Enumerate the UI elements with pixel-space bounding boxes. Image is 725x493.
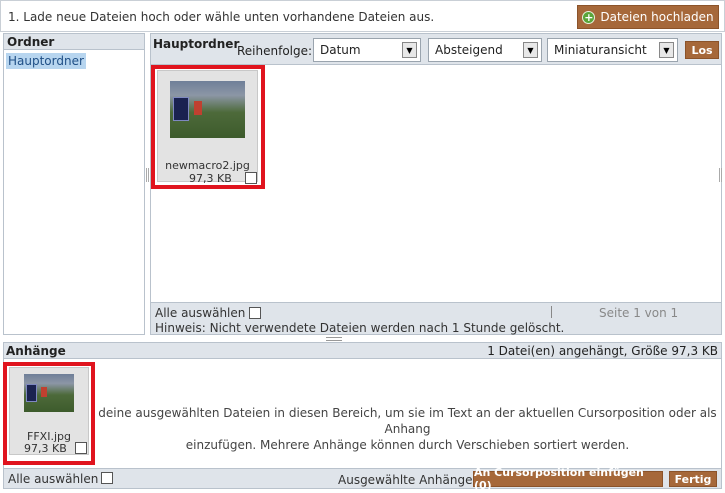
selected-attachments-label: Ausgewählte Anhänge:: [338, 473, 477, 487]
upload-files-button[interactable]: + Dateien hochladen: [577, 5, 719, 29]
highlight-box: [151, 65, 265, 189]
attachments-footer: Alle auswählen Ausgewählte Anhänge: An C…: [4, 466, 721, 492]
page-info: Seite 1 von 1: [599, 306, 679, 320]
drop-message-line2: einzufügen. Mehrere Anhänge können durch…: [185, 438, 630, 452]
cleanup-hint: Hinweis: Nicht verwendete Dateien werden…: [155, 321, 565, 335]
drop-zone-message: deine ausgewählten Dateien in diesen Ber…: [4, 405, 721, 453]
attachments-title: Anhänge: [6, 344, 66, 358]
upload-instruction: 1. Lade neue Dateien hoch oder wähle unt…: [8, 10, 435, 24]
folders-panel: Ordner Hauptordner: [3, 33, 145, 335]
attachments-panel: Anhänge 1 Datei(en) angehängt, Größe 97,…: [3, 342, 722, 492]
file-browser-footer: Alle auswählen Seite 1 von 1 Hinweis: Ni…: [151, 302, 721, 335]
sort-by-value: Datum: [320, 43, 361, 57]
attachments-info: 1 Datei(en) angehängt, Größe 97,3 KB: [487, 344, 718, 358]
select-all-label: Alle auswählen: [8, 472, 99, 486]
chevron-down-icon: ▼: [523, 42, 538, 58]
vertical-resize-handle[interactable]: [719, 168, 722, 182]
folders-title: Ordner: [4, 34, 144, 50]
attachments-header: Anhänge 1 Datei(en) angehängt, Größe 97,…: [4, 343, 721, 359]
sort-direction-select[interactable]: Absteigend ▼: [428, 38, 542, 62]
highlight-box: [3, 362, 95, 465]
insert-at-cursor-button[interactable]: An Cursorposition einfügen (0): [473, 466, 663, 492]
select-all-label: Alle auswählen: [155, 306, 246, 320]
view-mode-select[interactable]: Miniaturansicht ▼: [547, 38, 678, 62]
horizontal-resize-handle[interactable]: [326, 337, 342, 341]
done-button[interactable]: Fertig: [669, 471, 717, 487]
file-browser-panel: Hauptordner Reihenfolge: Datum ▼ Absteig…: [150, 33, 722, 335]
sort-label: Reihenfolge:: [237, 44, 313, 58]
go-button[interactable]: Los: [685, 41, 719, 59]
drop-message-line1: deine ausgewählten Dateien in diesen Ber…: [98, 406, 717, 436]
view-mode-value: Miniaturansicht: [554, 43, 647, 57]
sort-by-select[interactable]: Datum ▼: [313, 38, 421, 62]
chevron-down-icon: ▼: [402, 42, 417, 58]
divider: [551, 306, 552, 318]
select-all-attachments-checkbox[interactable]: [101, 472, 113, 484]
vertical-resize-handle[interactable]: [146, 168, 149, 182]
folder-item-hauptordner[interactable]: Hauptordner: [6, 53, 86, 69]
upload-files-label: Dateien hochladen: [600, 10, 714, 24]
file-browser-toolbar: Hauptordner Reihenfolge: Datum ▼ Absteig…: [151, 34, 721, 65]
plus-circle-icon: +: [582, 10, 596, 24]
chevron-down-icon: ▼: [659, 42, 674, 58]
select-all-checkbox[interactable]: [249, 307, 261, 319]
upload-bar: 1. Lade neue Dateien hoch oder wähle unt…: [0, 0, 725, 32]
sort-direction-value: Absteigend: [435, 43, 503, 57]
current-folder-title: Hauptordner: [153, 37, 240, 51]
